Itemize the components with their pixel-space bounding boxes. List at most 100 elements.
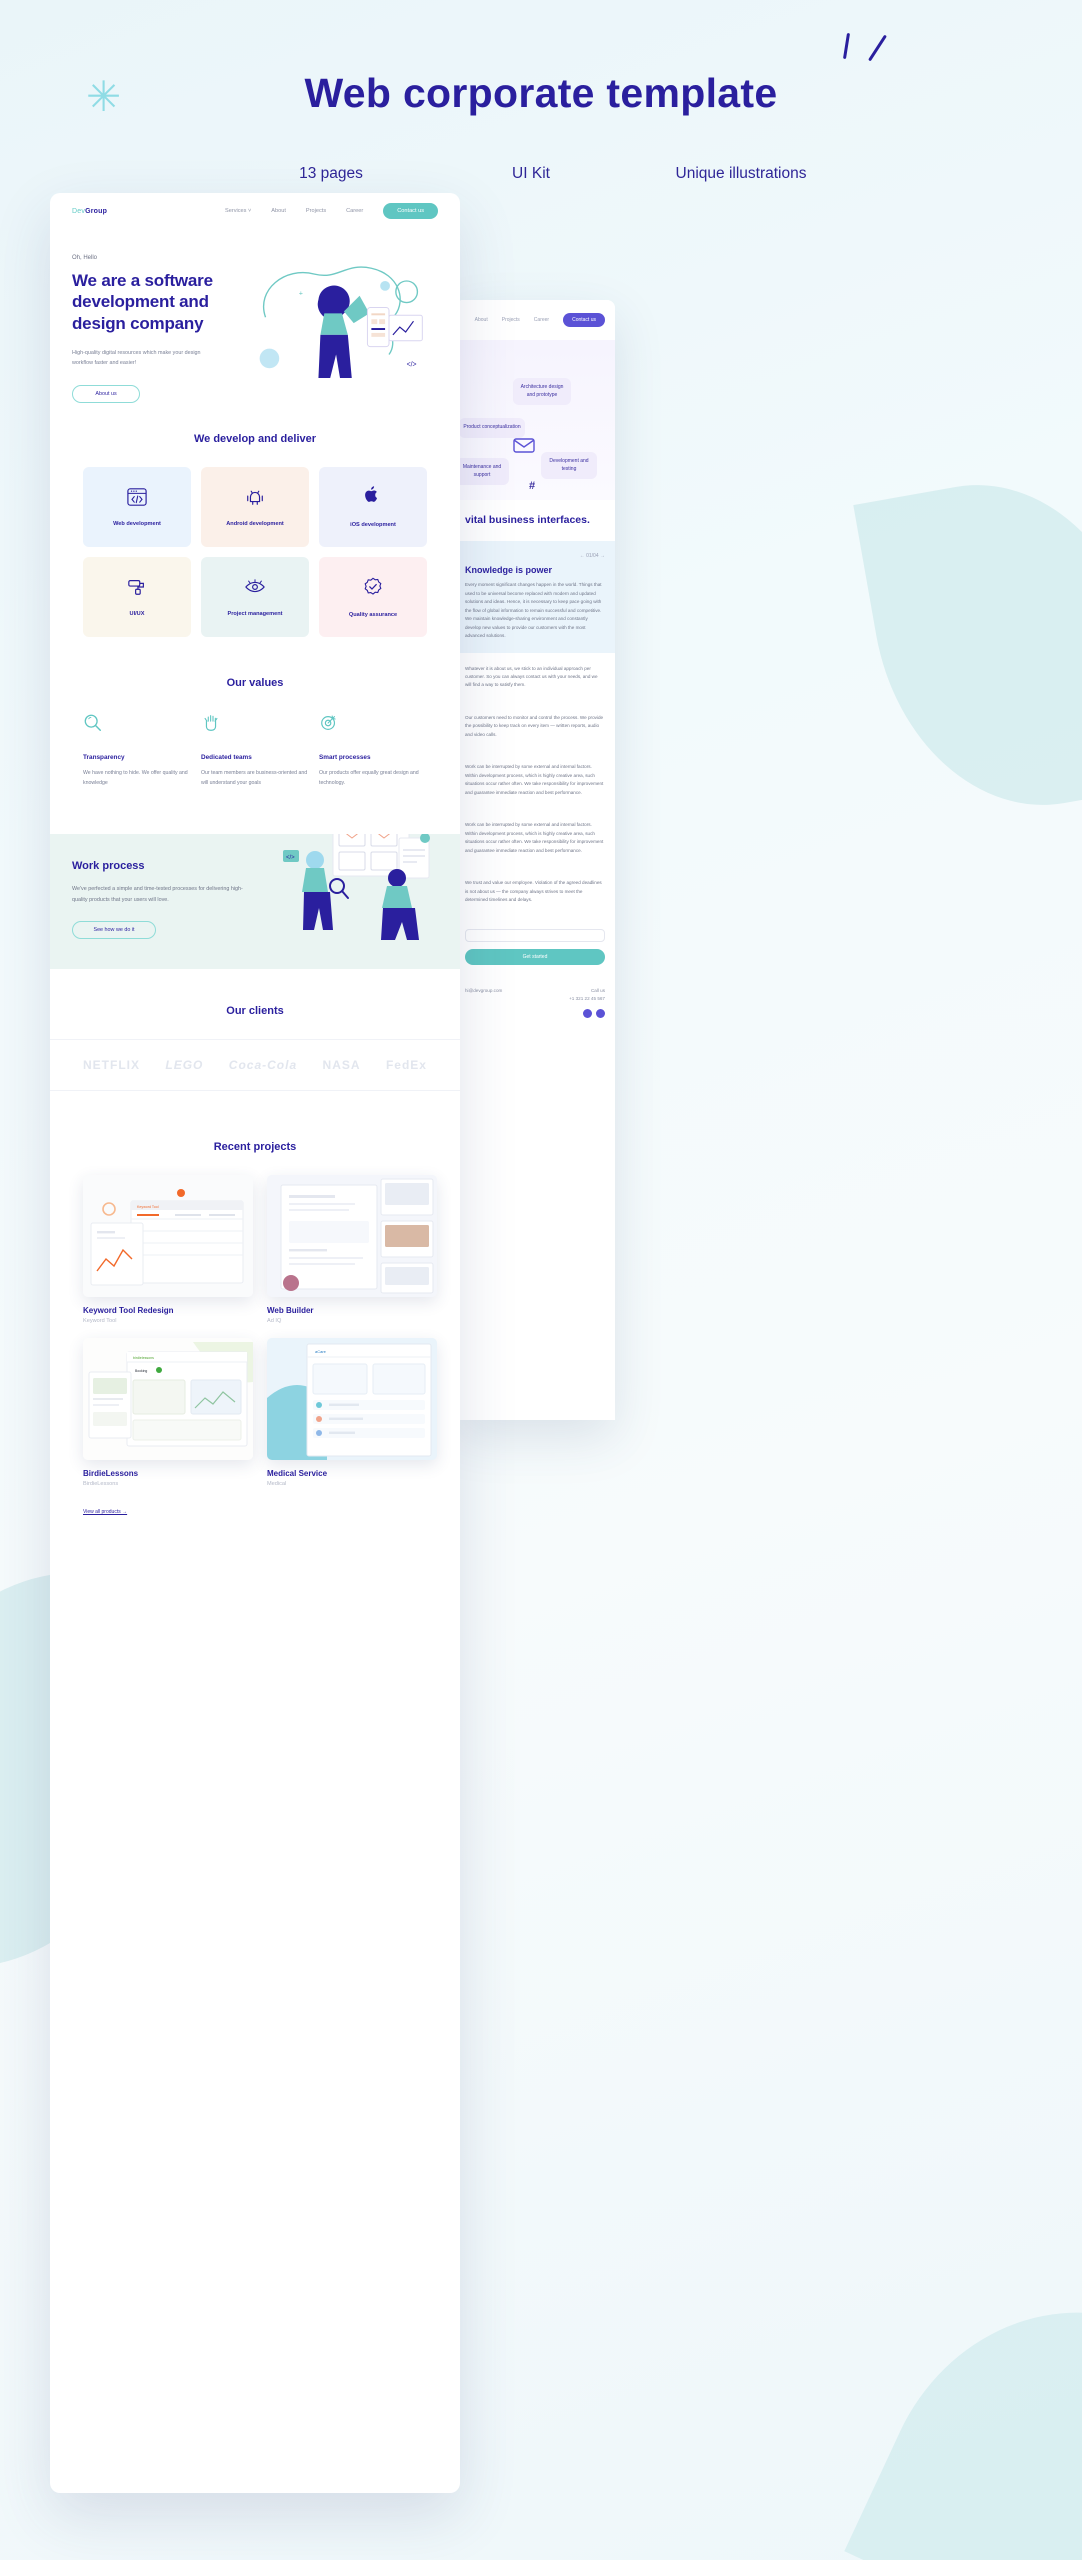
service-card-quality-assurance[interactable]: Quality assurance [319, 557, 427, 637]
social-icon-2[interactable] [596, 1009, 605, 1019]
secondary-nav-about[interactable]: About [475, 317, 488, 323]
work-process-section: Work process We've perfected a simple an… [50, 834, 460, 970]
main-nav[interactable]: DevGroup Services ˅ About Projects Caree… [50, 193, 460, 229]
value-dedicated-teams: Dedicated teams Our team members are bus… [201, 713, 309, 788]
value-name: Dedicated teams [201, 754, 252, 761]
service-label: Project management [227, 611, 283, 617]
hero-heading: We are a software development and design… [72, 271, 213, 333]
view-all-products-link[interactable]: View all products → [83, 1509, 427, 1515]
feature-pages: 13 pages [299, 165, 363, 182]
project-item-keyword-tool[interactable]: Keyword Tool Keyword Tool Redesign Keywo… [83, 1175, 253, 1324]
svg-text:birdielessons: birdielessons [133, 1356, 154, 1360]
service-card-project-management[interactable]: Project management [201, 557, 309, 637]
project-item-birdielessons[interactable]: birdielessons Booking BirdieLessons Bird… [83, 1338, 253, 1487]
get-started-button[interactable]: Get started [465, 948, 605, 965]
see-how-we-do-it-button[interactable]: See how we do it [72, 921, 156, 940]
client-logo-fedex: FedEx [385, 1058, 427, 1073]
service-card-ios-development[interactable]: iOS development [319, 467, 427, 547]
secondary-block-5: We trust and value our employee. Violati… [455, 867, 615, 917]
about-us-button[interactable]: About us [72, 384, 140, 403]
work-process-illustration: </> [257, 834, 438, 941]
email-field[interactable] [465, 928, 605, 942]
footer-phone[interactable]: +1 321 22 45 567 [569, 996, 605, 1001]
project-item-web-builder[interactable]: Web Builder Ad IQ [267, 1175, 437, 1324]
secondary-block-2: Our customers need to monitor and contro… [455, 701, 615, 752]
client-logo-lego: LEGO [165, 1058, 204, 1073]
logo[interactable]: DevGroup [72, 208, 107, 215]
footer-call-label: Call us [590, 987, 605, 993]
social-links[interactable] [569, 1009, 605, 1019]
svg-text:aCare: aCare [315, 1349, 327, 1354]
clients-title: Our clients [226, 1005, 284, 1018]
project-thumbnail[interactable] [267, 1175, 437, 1298]
project-thumbnail[interactable]: Keyword Tool [83, 1175, 253, 1298]
social-icon-1[interactable] [583, 1009, 592, 1019]
apple-icon [365, 486, 378, 502]
project-category: Medical [267, 1481, 287, 1488]
leaf-decoration-right [853, 459, 1082, 831]
value-name: Smart processes [319, 754, 371, 761]
values-list: Transparency We have nothing to hide. We… [50, 713, 460, 788]
service-card-android-development[interactable]: Android development [201, 467, 309, 547]
page-title: Web corporate template [304, 70, 778, 116]
asterisk-icon: ✳ [86, 73, 122, 120]
project-item-medical-service[interactable]: aCare Medical Service Medical [267, 1338, 437, 1487]
service-label: Web development [113, 521, 161, 527]
paint-roller-icon [128, 580, 144, 595]
value-smart-processes: Smart processes Our products offer equal… [319, 713, 427, 788]
project-name: Keyword Tool Redesign [83, 1306, 174, 1316]
chip-architecture[interactable]: Architecture design and prototype [513, 378, 571, 405]
service-card-ui-ux[interactable]: UI/UX [83, 557, 191, 637]
svg-text:</>: </> [407, 361, 417, 368]
target-icon [321, 715, 336, 730]
secondary-hero: Architecture design and prototype Produc… [455, 340, 615, 500]
nav-item-projects[interactable]: Projects [306, 208, 326, 214]
secondary-nav-career[interactable]: Career [534, 317, 549, 323]
hands-icon [204, 715, 218, 731]
leaf-decoration-bottom-right [844, 2252, 1082, 2560]
secondary-paragraph-4: Work can be interrupted by some external… [465, 822, 604, 853]
client-logo-netflix: NETFLIX [83, 1058, 140, 1073]
carousel-arrows[interactable]: ← 01/04 → [465, 553, 605, 559]
main-page-mockup[interactable]: DevGroup Services ˅ About Projects Caree… [50, 193, 460, 2493]
client-logo-nasa: NASA [322, 1058, 361, 1073]
chip-development-testing[interactable]: Development and testing [541, 452, 597, 479]
chip-maintenance[interactable]: Maintenance and support [455, 458, 509, 485]
mail-icon [513, 438, 535, 453]
work-process-title: Work process [72, 860, 145, 873]
hero-section: Oh, Hello We are a software development … [50, 229, 460, 415]
nav-item-career[interactable]: Career [346, 208, 363, 214]
secondary-block-4: Work can be interrupted by some external… [455, 809, 615, 868]
project-name: Medical Service [267, 1469, 328, 1479]
project-thumbnail[interactable]: birdielessons Booking [83, 1338, 253, 1461]
feature-illustrations: Unique illustrations [675, 165, 807, 182]
secondary-nav[interactable]: About Projects Career Contact us [455, 300, 615, 340]
secondary-knowledge-block: ← 01/04 → Knowledge is power Every momen… [455, 541, 615, 653]
value-text: Our products offer equally great design … [319, 770, 419, 787]
nav-item-services[interactable]: Services ˅ [225, 208, 251, 214]
nav-links[interactable]: Services ˅ About Projects Career Contact… [225, 203, 438, 219]
secondary-contact-button[interactable]: Contact us [563, 313, 605, 327]
service-card-web-development[interactable]: Web development [83, 467, 191, 547]
hero-illustration: </> + [242, 255, 438, 405]
client-logos: NETFLIX LEGO Coca-Cola NASA FedEx [50, 1039, 460, 1092]
secondary-nav-projects[interactable]: Projects [502, 317, 520, 323]
value-text: We have nothing to hide. We offer qualit… [83, 770, 188, 787]
secondary-form[interactable]: Get started [455, 916, 615, 977]
secondary-page-mockup[interactable]: About Projects Career Contact us Archite… [455, 300, 615, 1420]
magnifier-icon [84, 714, 102, 731]
nav-item-about[interactable]: About [271, 208, 286, 214]
project-thumbnail[interactable]: aCare [267, 1338, 437, 1461]
footer-email[interactable]: hi@devgroup.com [465, 988, 502, 993]
secondary-paragraph-2: Our customers need to monitor and contro… [465, 714, 604, 737]
svg-text:Keyword Tool: Keyword Tool [137, 1205, 159, 1209]
feature-list: 13 pages UI Kit Unique illustrations [0, 165, 1082, 183]
secondary-headline-block: vital business interfaces. [455, 500, 615, 542]
value-transparency: Transparency We have nothing to hide. We… [83, 713, 191, 788]
service-label: UI/UX [129, 611, 145, 617]
svg-text:</>: </> [286, 855, 295, 861]
service-label: iOS development [350, 522, 396, 528]
contact-us-button[interactable]: Contact us [383, 203, 438, 219]
logo-prefix: Dev [72, 207, 86, 215]
project-category: BirdieLessons [83, 1481, 119, 1488]
